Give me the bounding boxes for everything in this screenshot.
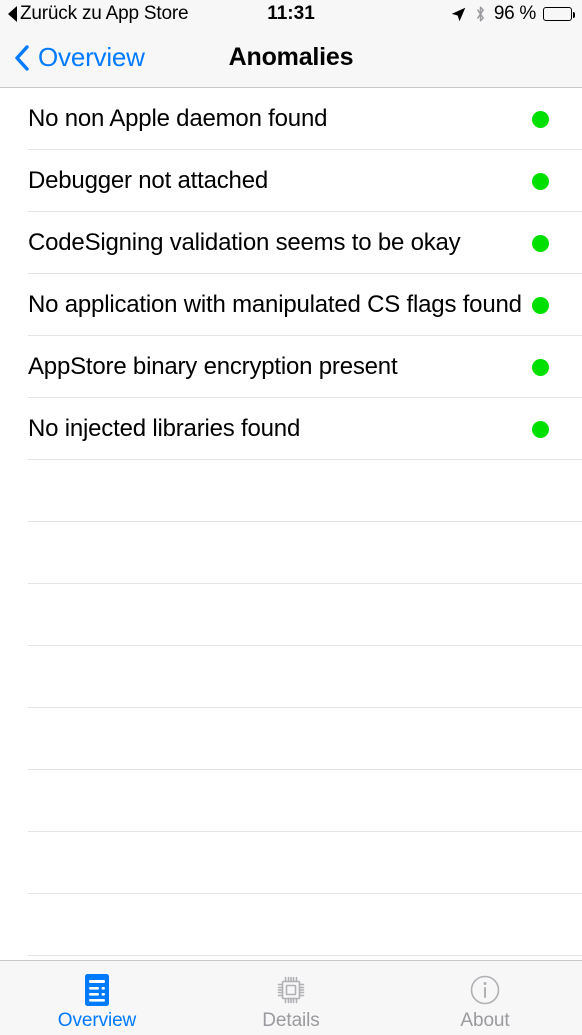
tab-overview-label: Overview [57,1009,137,1031]
table-row[interactable]: AppStore binary encryption present [0,336,582,398]
status-dot-ok [532,234,549,252]
table-row[interactable]: CodeSigning validation seems to be okay [0,212,582,274]
status-dot-ok [532,296,549,314]
table-row-empty [0,522,582,584]
table-row[interactable]: No application with manipulated CS flags… [0,274,582,336]
bluetooth-icon [476,6,484,22]
tab-about[interactable]: About [388,961,582,1035]
table-row-empty [0,770,582,832]
navigation-bar: Overview Anomalies [0,28,582,88]
table-row-empty [0,832,582,894]
table-row-label: No injected libraries found [28,415,301,442]
chevron-left-icon [15,44,29,71]
back-button[interactable]: Overview [14,42,145,73]
table-row-empty [0,646,582,708]
battery-full-icon [543,7,575,21]
back-button-label: Overview [38,42,145,72]
status-bar-indicators: 96 % [450,3,575,25]
anomalies-table[interactable]: No non Apple daemon found Debugger not a… [0,88,582,960]
status-bar-back-label: Zurück zu App Store [20,3,189,24]
table-row-label: No application with manipulated CS flags… [28,291,522,318]
tab-details-label: Details [262,1009,320,1031]
table-row[interactable]: No non Apple daemon found [0,88,582,150]
location-arrow-icon [451,7,466,21]
status-dot-ok [532,172,549,190]
table-row[interactable]: Debugger not attached [0,150,582,212]
tab-details[interactable]: Details [194,961,388,1035]
status-bar: Zurück zu App Store 11:31 96 % [0,0,582,28]
table-row-empty [0,894,582,956]
triangle-left-icon [8,6,17,22]
table-row-label: CodeSigning validation seems to be okay [28,229,461,256]
status-dot-ok [532,358,549,376]
app-window: Zurück zu App Store 11:31 96 % Overview … [0,0,582,1035]
tab-overview[interactable]: Overview [0,961,194,1035]
table-row-label: AppStore binary encryption present [28,353,398,380]
table-row-label: No non Apple daemon found [28,105,328,132]
table-row-empty [0,584,582,646]
tab-bar: Overview Details About [0,960,582,1035]
tab-about-label: About [460,1009,510,1031]
status-bar-back-to-app[interactable]: Zurück zu App Store [8,3,189,25]
status-dot-ok [532,110,549,128]
cpu-chip-icon [274,973,308,1007]
table-row-label: Debugger not attached [28,167,268,194]
table-row[interactable]: No injected libraries found [0,398,582,460]
document-list-icon [80,973,114,1007]
table-row-empty [0,708,582,770]
info-circle-icon [468,973,502,1007]
battery-percent-label: 96 % [493,3,536,24]
status-dot-ok [532,420,549,438]
table-row-empty [0,460,582,522]
